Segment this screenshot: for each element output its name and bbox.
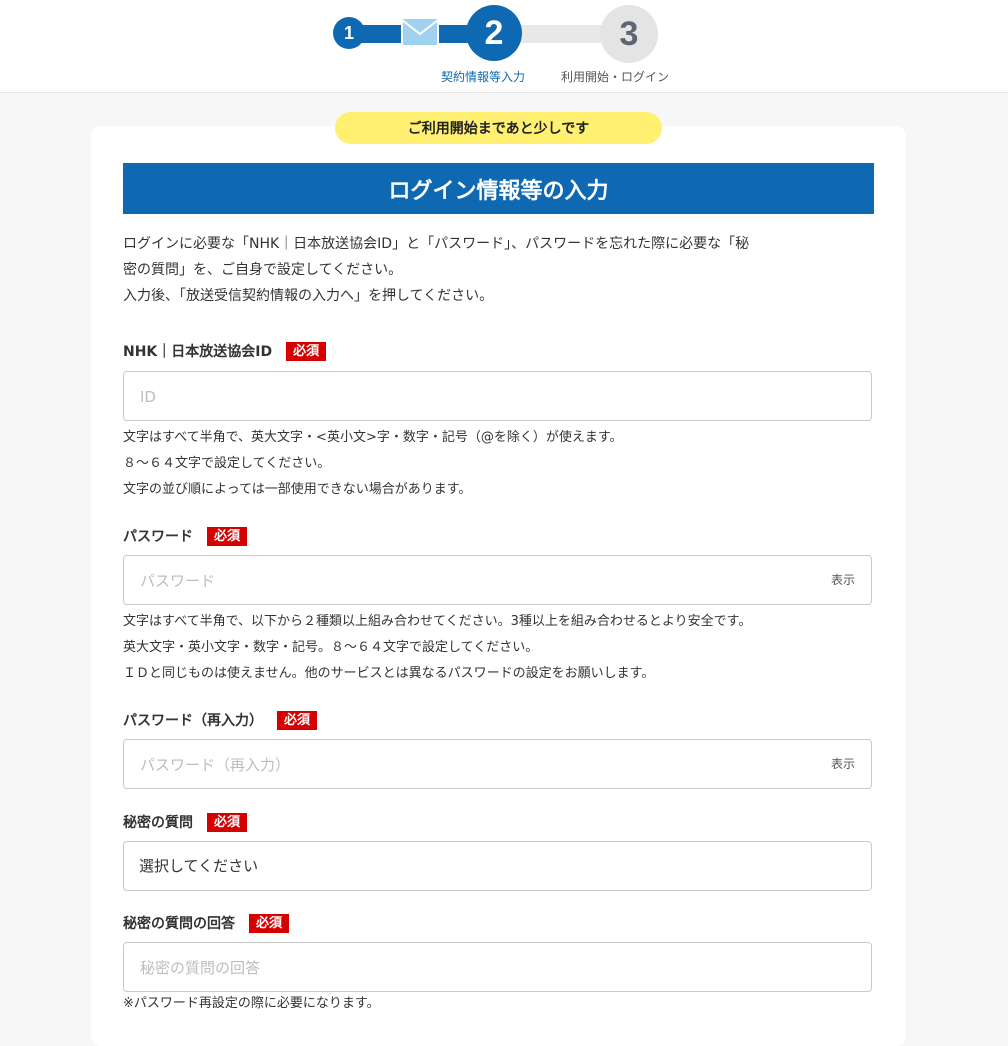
secret-question-selected-value: 選択してください bbox=[139, 857, 259, 875]
required-badge: 必須 bbox=[249, 913, 290, 933]
password-hints: 文字はすべて半角で、以下から２種類以上組み合わせてください。3種以上を組み合わせ… bbox=[123, 609, 903, 687]
top-bar: 1 2 3 契約情報等入力 利用開始・ログイン bbox=[0, 0, 1008, 93]
id-input-box[interactable] bbox=[123, 371, 872, 422]
required-badge: 必須 bbox=[207, 526, 248, 546]
page-title: ログイン情報等の入力 bbox=[123, 163, 874, 214]
secret-question-label-text: 秘密の質問 bbox=[123, 815, 193, 831]
password-confirm-input[interactable] bbox=[138, 740, 802, 790]
intro-text: ログインに必要な「NHK｜日本放送協会ID」と「パスワード」、パスワードを忘れた… bbox=[123, 231, 883, 309]
step-3-circle: 3 bbox=[600, 5, 658, 63]
password-input-box[interactable]: 表示 bbox=[123, 555, 872, 606]
id-label-text: NHK｜日本放送協会ID bbox=[123, 344, 273, 360]
step-3-label: 利用開始・ログイン bbox=[561, 70, 670, 84]
id-input[interactable] bbox=[138, 372, 802, 422]
required-badge: 必須 bbox=[277, 710, 318, 730]
password-field-label: パスワード 必須 bbox=[123, 526, 248, 546]
progress-stepper: 1 2 3 契約情報等入力 利用開始・ログイン bbox=[0, 0, 1008, 92]
hint-line: ＩＤと同じものは使えません。他のサービスとは異なるパスワードの設定をお願いします… bbox=[123, 666, 655, 681]
envelope-icon bbox=[401, 17, 439, 47]
password-label-text: パスワード bbox=[123, 529, 193, 545]
hint-line: 英大文字・英小文字・数字・記号。８～６４文字で設定してください。 bbox=[123, 640, 539, 655]
step-1-circle: 1 bbox=[333, 17, 365, 49]
secret-answer-field-label: 秘密の質問の回答 必須 bbox=[123, 913, 290, 933]
secret-answer-input[interactable] bbox=[138, 943, 802, 993]
intro-line: 密の質問」を、ご自身で設定してください。 bbox=[123, 262, 403, 278]
secret-answer-label-text: 秘密の質問の回答 bbox=[123, 916, 235, 932]
password-input[interactable] bbox=[138, 556, 802, 606]
secret-question-select[interactable]: 選択してください bbox=[123, 841, 872, 891]
step-2-circle: 2 bbox=[466, 5, 522, 61]
hint-line: 文字の並び順によっては一部使用できない場合があります。 bbox=[123, 482, 472, 497]
notice-pill: ご利用開始まであと少しです bbox=[335, 112, 662, 144]
secret-question-field-label: 秘密の質問 必須 bbox=[123, 812, 248, 832]
password-confirm-input-box[interactable]: 表示 bbox=[123, 739, 872, 790]
secret-answer-hint: ※パスワード再設定の際に必要になります。 bbox=[123, 996, 380, 1011]
password-confirm-label-text: パスワード（再入力） bbox=[123, 713, 263, 729]
hint-line: ８～６４文字で設定してください。 bbox=[123, 456, 331, 471]
step-2-label: 契約情報等入力 bbox=[441, 70, 526, 84]
password-show-toggle[interactable]: 表示 bbox=[831, 571, 855, 588]
password-confirm-field-label: パスワード（再入力） 必須 bbox=[123, 710, 318, 730]
password-confirm-show-toggle[interactable]: 表示 bbox=[831, 755, 855, 772]
hint-line: 文字はすべて半角で、以下から２種類以上組み合わせてください。3種以上を組み合わせ… bbox=[123, 614, 752, 629]
id-hints: 文字はすべて半角で、英大文字・<英小文>字・数字・記号（@を除く）が使えます。 … bbox=[123, 425, 903, 503]
intro-line: ログインに必要な「NHK｜日本放送協会ID」と「パスワード」、パスワードを忘れた… bbox=[123, 236, 750, 252]
intro-line: 入力後、「放送受信契約情報の入力へ」を押してください。 bbox=[123, 288, 494, 304]
required-badge: 必須 bbox=[207, 812, 248, 832]
required-badge: 必須 bbox=[286, 341, 327, 361]
secret-answer-input-box[interactable] bbox=[123, 942, 872, 993]
hint-line: 文字はすべて半角で、英大文字・<英小文>字・数字・記号（@を除く）が使えます。 bbox=[123, 430, 623, 445]
id-field-label: NHK｜日本放送協会ID 必須 bbox=[123, 341, 327, 361]
